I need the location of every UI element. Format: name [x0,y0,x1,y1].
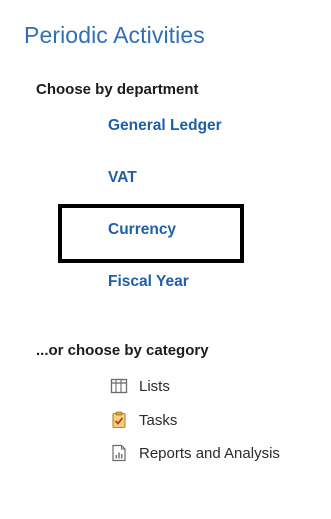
category-item-reports-and-analysis[interactable]: Reports and Analysis [110,444,280,462]
tasks-icon [112,411,126,429]
link-vat[interactable]: VAT [108,169,137,187]
category-item-lists[interactable]: Lists [110,377,170,395]
category-section-heading: ...or choose by category [36,342,209,359]
list-icon [110,378,128,394]
link-fiscal-year[interactable]: Fiscal Year [108,273,189,291]
category-item-label: Tasks [139,411,178,429]
category-item-label: Lists [139,377,170,395]
periodic-activities-pane: Periodic Activities Choose by department… [0,0,331,519]
category-item-tasks[interactable]: Tasks [110,411,177,429]
page-title: Periodic Activities [24,22,205,48]
link-general-ledger[interactable]: General Ledger [108,117,222,135]
department-section-heading: Choose by department [36,81,199,98]
category-item-label: Reports and Analysis [139,444,280,462]
link-currency[interactable]: Currency [108,221,176,239]
report-icon [112,444,126,462]
